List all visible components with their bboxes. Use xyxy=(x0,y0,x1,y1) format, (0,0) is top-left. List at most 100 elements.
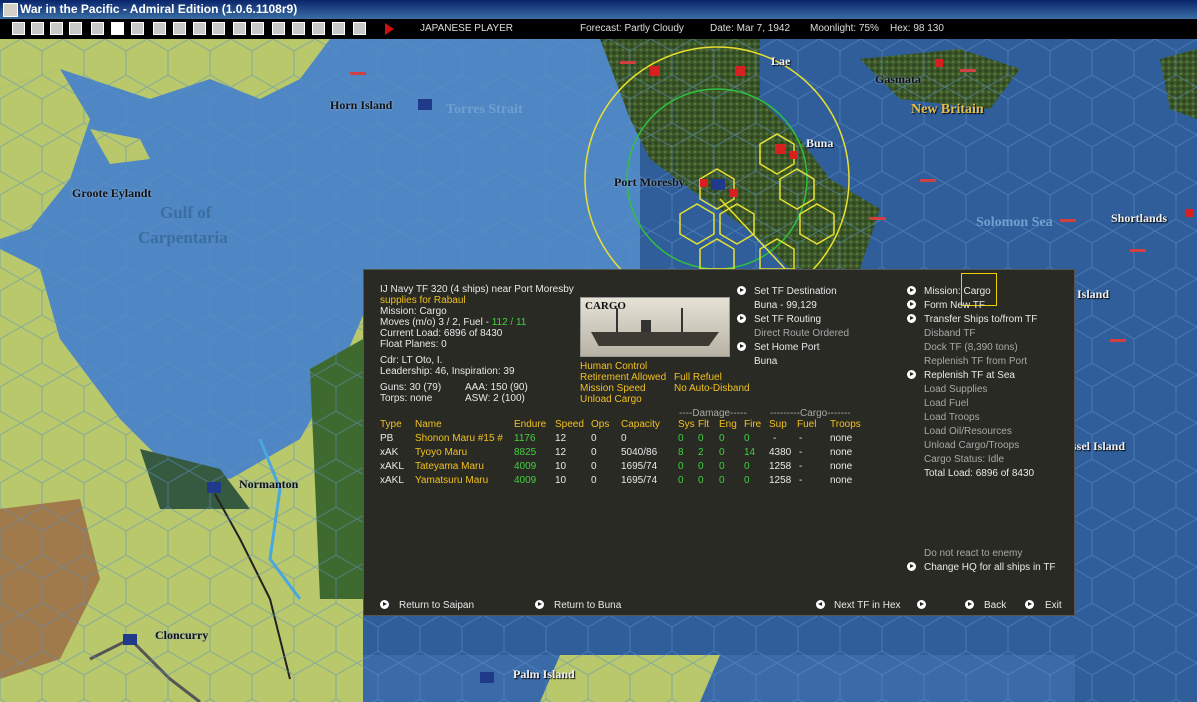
ship-fuel: - xyxy=(799,461,803,472)
exit-arrow-icon[interactable] xyxy=(1025,600,1034,609)
ship-speed: 12 xyxy=(555,447,567,458)
mission-button[interactable]: Mission: Cargo xyxy=(924,285,991,298)
tf-float-planes: Float Planes: 0 xyxy=(380,339,447,350)
place-carpentaria: Carpentaria xyxy=(138,228,228,247)
unload-cargo-toggle[interactable]: Unload Cargo xyxy=(580,393,642,406)
mission-arrow-icon[interactable] xyxy=(907,286,916,295)
toolbar-button-18[interactable] xyxy=(353,22,366,35)
ship-name[interactable]: Yamatsuru Maru xyxy=(415,474,488,487)
destination-value: Buna - 99,129 xyxy=(754,300,817,311)
ship-type: xAK xyxy=(380,447,399,458)
end-turn-play-icon[interactable] xyxy=(385,23,394,35)
return-buna-arrow-icon[interactable] xyxy=(535,600,544,609)
set-home-port-button[interactable]: Set Home Port xyxy=(754,341,820,354)
set-destination-button[interactable]: Set TF Destination xyxy=(754,285,837,298)
place-groote-eylandt: Groote Eylandt xyxy=(72,186,152,200)
ship-endure: 4009 xyxy=(514,461,537,472)
ship-sys: 8 xyxy=(678,447,684,458)
transfer-ships-button[interactable]: Transfer Ships to/from TF xyxy=(924,313,1037,326)
set-destination-arrow-icon[interactable] xyxy=(737,286,746,295)
form-new-tf-button[interactable]: Form New TF xyxy=(924,299,985,312)
toolbar-button-17[interactable] xyxy=(332,22,345,35)
toolbar-button-13[interactable] xyxy=(251,22,264,35)
ship-flt: 0 xyxy=(698,461,704,472)
ship-type: xAKL xyxy=(380,461,404,472)
exit-button[interactable]: Exit xyxy=(1045,599,1062,612)
col-fire: Fire xyxy=(744,419,762,430)
disband-tf-button[interactable]: Disband TF xyxy=(924,327,976,340)
ship-name[interactable]: Tyoyo Maru xyxy=(415,446,467,459)
place-gulf-of: Gulf of xyxy=(160,203,212,222)
ship-eng: 0 xyxy=(719,461,725,472)
toolbar-button-4[interactable] xyxy=(69,22,82,35)
next-tf-in-hex-button[interactable]: Next TF in Hex xyxy=(834,599,901,612)
load-troops-button[interactable]: Load Troops xyxy=(924,411,980,424)
set-routing-button[interactable]: Set TF Routing xyxy=(754,313,821,326)
toolbar: JAPANESE PLAYER Forecast: Partly Cloudy … xyxy=(0,19,1197,39)
toolbar-button-16[interactable] xyxy=(312,22,325,35)
replenish-port-button[interactable]: Replenish TF from Port xyxy=(924,355,1027,368)
transfer-ships-arrow-icon[interactable] xyxy=(907,314,916,323)
no-react-toggle[interactable]: Do not react to enemy xyxy=(924,547,1022,560)
set-routing-arrow-icon[interactable] xyxy=(737,314,746,323)
ship-fire: 0 xyxy=(744,475,750,486)
form-new-tf-arrow-icon[interactable] xyxy=(907,300,916,309)
change-hq-arrow-icon[interactable] xyxy=(907,562,916,571)
ship-eng: 0 xyxy=(719,433,725,444)
toolbar-button-8[interactable] xyxy=(153,22,166,35)
toolbar-button-3[interactable] xyxy=(50,22,63,35)
back-arrow-icon[interactable] xyxy=(965,600,974,609)
toolbar-button-7[interactable] xyxy=(131,22,144,35)
task-force-panel: IJ Navy TF 320 (4 ships) near Port Mores… xyxy=(363,269,1075,616)
prev-tf-arrow-icon[interactable] xyxy=(816,600,825,609)
replenish-sea-arrow-icon[interactable] xyxy=(907,370,916,379)
ship-troops: none xyxy=(830,447,853,458)
ship-fire: 14 xyxy=(744,447,756,458)
total-load: Total Load: 6896 of 8430 xyxy=(924,468,1035,479)
col-name: Name xyxy=(415,419,442,430)
return-saipan-button[interactable]: Return to Saipan xyxy=(399,599,474,612)
col-eng: Eng xyxy=(719,419,737,430)
date-label: Date: Mar 7, 1942 xyxy=(710,23,791,34)
next-tf-arrow-icon[interactable] xyxy=(917,600,926,609)
toolbar-button-11[interactable] xyxy=(212,22,225,35)
auto-disband-toggle[interactable]: No Auto-Disband xyxy=(674,382,750,395)
toolbar-button-2[interactable] xyxy=(31,22,44,35)
dock-tf-button[interactable]: Dock TF (8,390 tons) xyxy=(924,341,1018,354)
forecast-label: Forecast: Partly Cloudy xyxy=(580,23,684,34)
return-saipan-arrow-icon[interactable] xyxy=(380,600,389,609)
load-oil-button[interactable]: Load Oil/Resources xyxy=(924,425,1012,438)
toolbar-button-9[interactable] xyxy=(173,22,186,35)
load-fuel-button[interactable]: Load Fuel xyxy=(924,397,968,410)
japan-flag-icon[interactable] xyxy=(111,22,124,35)
load-supplies-button[interactable]: Load Supplies xyxy=(924,383,987,396)
return-buna-button[interactable]: Return to Buna xyxy=(554,599,621,612)
ship-fuel: - xyxy=(799,447,803,458)
ship-fuel: - xyxy=(799,475,803,486)
place-torres-strait: Torres Strait xyxy=(446,102,523,117)
ship-name[interactable]: Shonon Maru #15 # xyxy=(415,432,503,445)
ship-troops: none xyxy=(830,461,853,472)
toolbar-button-15[interactable] xyxy=(292,22,305,35)
place-shortlands: Shortlands xyxy=(1111,211,1168,225)
toolbar-button-5[interactable] xyxy=(91,22,104,35)
set-home-port-arrow-icon[interactable] xyxy=(737,342,746,351)
toolbar-button-14[interactable] xyxy=(272,22,285,35)
change-hq-button[interactable]: Change HQ for all ships in TF xyxy=(924,561,1056,574)
mission-value: Cargo xyxy=(963,286,991,297)
col-flt: Flt xyxy=(698,419,710,430)
place-palm-island: Palm Island xyxy=(513,667,575,681)
replenish-sea-button[interactable]: Replenish TF at Sea xyxy=(924,369,1015,382)
toolbar-button-12[interactable] xyxy=(233,22,246,35)
moonlight-label: Moonlight: 75% xyxy=(810,23,879,34)
toolbar-button-10[interactable] xyxy=(193,22,206,35)
ship-sup: 1258 xyxy=(769,475,792,486)
back-button[interactable]: Back xyxy=(984,599,1006,612)
toolbar-button-1[interactable] xyxy=(12,22,25,35)
ship-ops: 0 xyxy=(591,447,597,458)
ship-sup: 1258 xyxy=(769,461,792,472)
ship-capacity: 0 xyxy=(621,433,627,444)
unload-cargo-troops-button[interactable]: Unload Cargo/Troops xyxy=(924,439,1019,452)
ship-name[interactable]: Tateyama Maru xyxy=(415,460,484,473)
ship-fire: 0 xyxy=(744,461,750,472)
